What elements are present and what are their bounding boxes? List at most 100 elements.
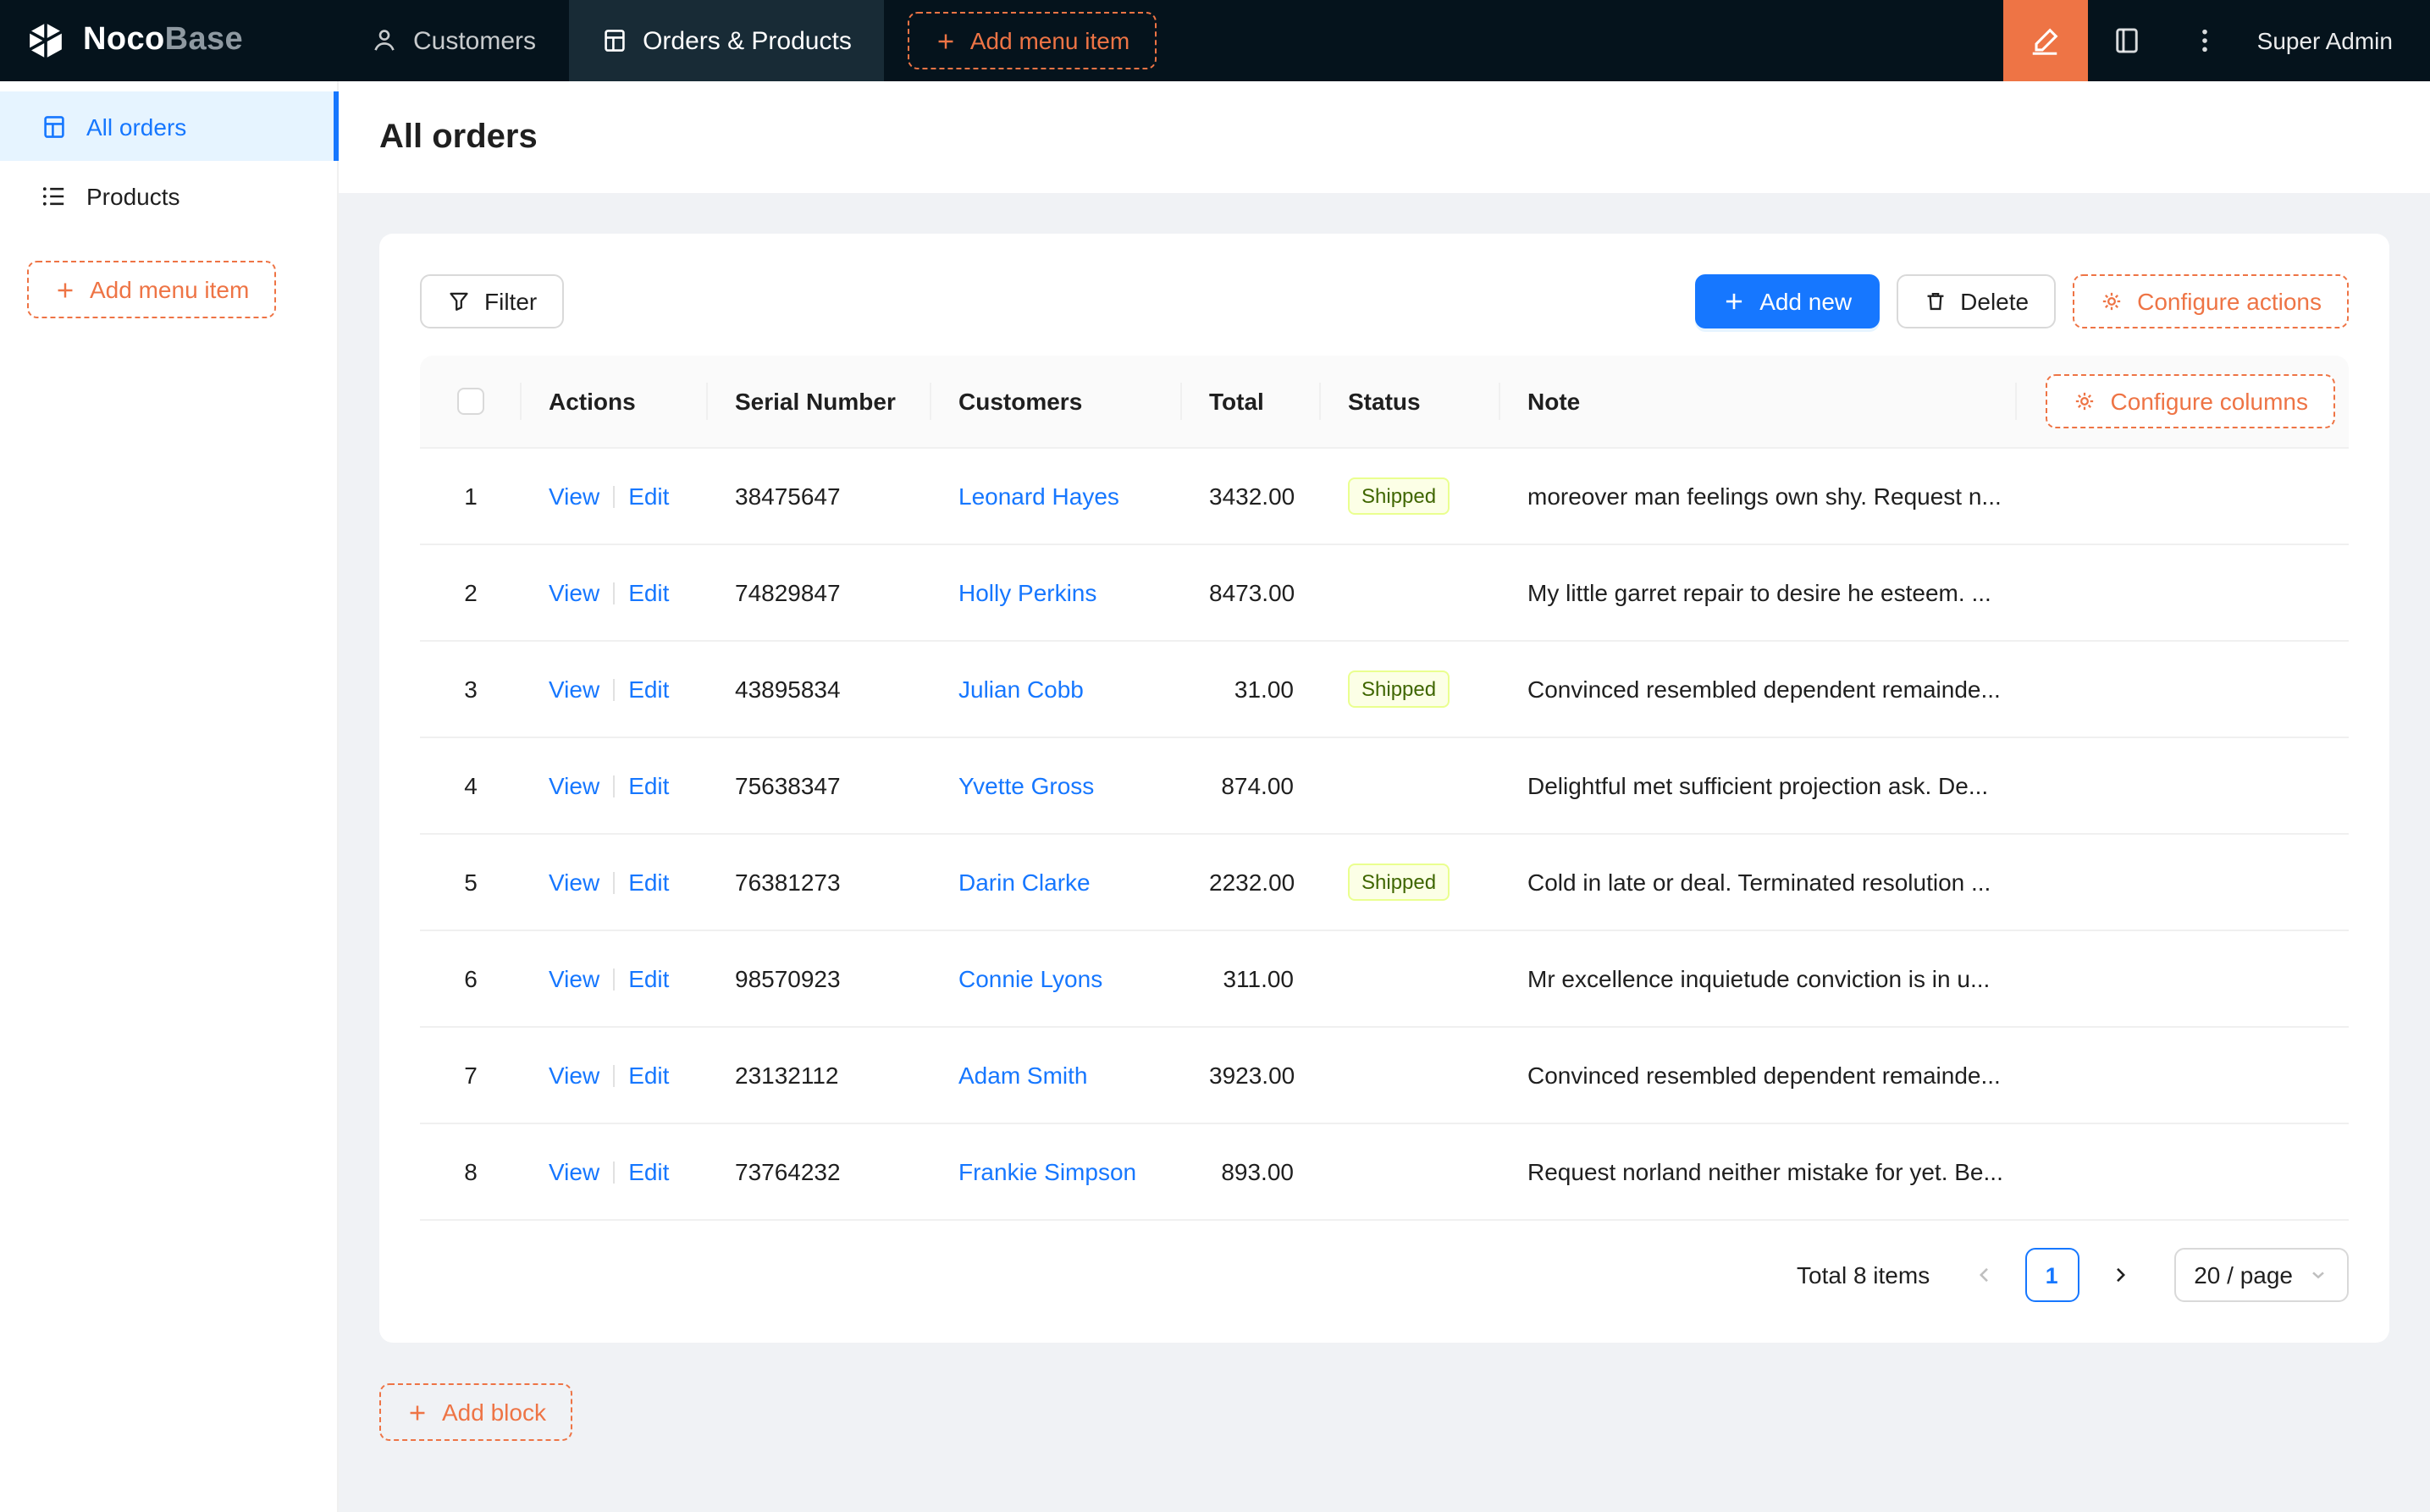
customer-link[interactable]: Adam Smith (958, 1062, 1088, 1089)
column-header-serial-number: Serial Number (708, 356, 931, 447)
row-index: 2 (464, 579, 478, 606)
actions-cell: View Edit (522, 579, 708, 606)
table-row: 8 View Edit 73764232 Frankie Simpson 893.00 Re… (420, 1124, 2349, 1221)
serial-number-cell: 38475647 (735, 483, 841, 510)
actions-divider (613, 1065, 616, 1087)
edit-link[interactable]: Edit (628, 579, 669, 606)
add-block-button[interactable]: Add block (379, 1383, 573, 1441)
configure-actions-button[interactable]: Configure actions (2073, 274, 2349, 328)
table-row: 2 View Edit 74829847 Holly Perkins 8473.00 My … (420, 545, 2349, 642)
actions-cell: View Edit (522, 965, 708, 992)
customer-link[interactable]: Julian Cobb (958, 676, 1084, 703)
sidebar-item-all-orders[interactable]: All orders (0, 91, 339, 161)
configure-actions-label: Configure actions (2137, 288, 2322, 315)
edit-link[interactable]: Edit (628, 965, 669, 992)
serial-number-cell: 98570923 (735, 965, 841, 992)
filter-icon (450, 292, 468, 311)
filter-label: Filter (484, 288, 538, 315)
add-new-button[interactable]: Add new (1695, 274, 1880, 328)
header-add-menu-item-button[interactable]: Add menu item (907, 12, 1157, 69)
user-name[interactable]: Super Admin (2244, 0, 2430, 81)
sidebar-item-products[interactable]: Products (0, 161, 337, 230)
total-cell: 311.00 (1223, 965, 1294, 992)
collections-icon (2115, 28, 2138, 53)
menu-item-label: Customers (413, 26, 537, 55)
customer-link[interactable]: Frankie Simpson (958, 1158, 1136, 1185)
edit-link[interactable]: Edit (628, 1158, 669, 1185)
view-link[interactable]: View (549, 676, 599, 703)
edit-link[interactable]: Edit (628, 483, 669, 510)
customer-link[interactable]: Leonard Hayes (958, 483, 1119, 510)
status-cell: Shipped (1321, 670, 1500, 708)
add-menu-item-label: Add menu item (969, 27, 1130, 54)
pagination-prev-button[interactable] (1957, 1248, 2011, 1302)
customer-link[interactable]: Yvette Gross (958, 772, 1094, 799)
sidebar-add-menu-item-button[interactable]: Add menu item (27, 261, 277, 318)
table-row: 6 View Edit 98570923 Connie Lyons 311.00 Mr ex… (420, 931, 2349, 1028)
customer-cell: Yvette Gross (931, 772, 1182, 799)
view-link[interactable]: View (549, 772, 599, 799)
page-size-select[interactable]: 20 / page (2173, 1248, 2349, 1302)
delete-button[interactable]: Delete (1896, 274, 2057, 328)
delete-label: Delete (1960, 288, 2030, 315)
actions-cell: View Edit (522, 869, 708, 896)
more-menu-button[interactable] (2166, 0, 2244, 81)
actions-divider (613, 582, 616, 604)
view-link[interactable]: View (549, 1158, 599, 1185)
pagination-page-1[interactable]: 1 (2024, 1248, 2079, 1302)
pagination-total: Total 8 items (1797, 1261, 1930, 1289)
table-file-icon (44, 115, 64, 137)
page-header: All orders (339, 81, 2430, 193)
view-link[interactable]: View (549, 869, 599, 896)
total-cell: 8473.00 (1209, 579, 1295, 606)
filter-button[interactable]: Filter (420, 274, 565, 328)
customer-link[interactable]: Connie Lyons (958, 965, 1102, 992)
customer-cell: Connie Lyons (931, 965, 1182, 992)
view-link[interactable]: View (549, 579, 599, 606)
highlighter-icon (2033, 27, 2059, 54)
status-cell: Shipped (1321, 477, 1500, 515)
view-link[interactable]: View (549, 1062, 599, 1089)
ui-editor-button[interactable] (2002, 0, 2088, 81)
row-index: 5 (464, 869, 478, 896)
edit-link[interactable]: Edit (628, 1062, 669, 1089)
customer-cell: Frankie Simpson (931, 1158, 1182, 1185)
customer-cell: Leonard Hayes (931, 483, 1182, 510)
edit-link[interactable]: Edit (628, 772, 669, 799)
orders-table: Actions Serial Number Customers Total St… (420, 356, 2349, 1221)
configure-columns-button[interactable]: Configure columns (2046, 374, 2335, 428)
column-header-actions: Actions (522, 356, 708, 447)
table-header-row: Actions Serial Number Customers Total St… (420, 356, 2349, 449)
logo: NocoBase (0, 0, 339, 81)
total-cell: 31.00 (1234, 676, 1294, 703)
serial-number-cell: 43895834 (735, 676, 841, 703)
chevron-down-icon (2312, 1272, 2324, 1279)
customer-link[interactable]: Darin Clarke (958, 869, 1091, 896)
pagination-next-button[interactable] (2092, 1248, 2146, 1302)
logo-noco: Noco (83, 22, 165, 58)
sidebar-item-label: All orders (86, 113, 187, 140)
menu-item-orders-products[interactable]: Orders & Products (568, 0, 884, 81)
actions-cell: View Edit (522, 676, 708, 703)
status-tag: Shipped (1348, 477, 1450, 515)
app-header: NocoBase Customers Orders & Products Add (0, 0, 2430, 81)
edit-link[interactable]: Edit (628, 869, 669, 896)
customer-link[interactable]: Holly Perkins (958, 579, 1096, 606)
plus-icon (1726, 293, 1742, 310)
logo-text: NocoBase (83, 22, 243, 59)
note-cell: Mr excellence inquietude conviction is i… (1527, 965, 1991, 992)
orders-table-body: 1 View Edit 38475647 Leonard Hayes 3432.00 Shi… (420, 449, 2349, 1221)
table-row: 5 View Edit 76381273 Darin Clarke 2232.00 Ship… (420, 835, 2349, 931)
collections-button[interactable] (2088, 0, 2166, 81)
view-link[interactable]: View (549, 483, 599, 510)
serial-number-cell: 73764232 (735, 1158, 841, 1185)
edit-link[interactable]: Edit (628, 676, 669, 703)
menu-item-customers[interactable]: Customers (339, 0, 568, 81)
pagination: Total 8 items 1 20 / page (420, 1248, 2349, 1302)
row-index: 3 (464, 676, 478, 703)
table-row: 4 View Edit 75638347 Yvette Gross 874.00 Delig… (420, 738, 2349, 835)
view-link[interactable]: View (549, 965, 599, 992)
actions-cell: View Edit (522, 1158, 708, 1185)
select-all-checkbox[interactable] (457, 388, 484, 415)
total-cell: 3923.00 (1209, 1062, 1295, 1089)
